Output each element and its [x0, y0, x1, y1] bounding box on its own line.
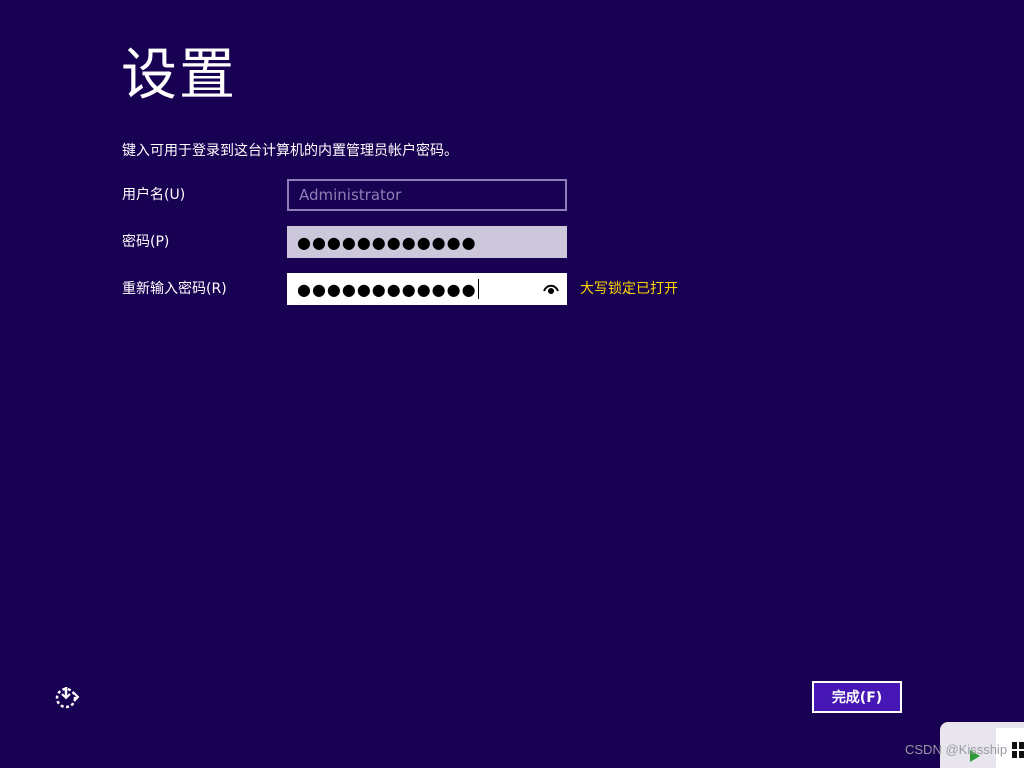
- ease-of-access-icon[interactable]: [52, 684, 80, 712]
- watermark-text: CSDN @Kissship: [905, 742, 1008, 757]
- instruction-text: 键入可用于登录到这台计算机的内置管理员帐户密码。: [122, 143, 458, 159]
- confirm-password-value: ●●●●●●●●●●●●: [297, 279, 477, 299]
- username-label: 用户名(U): [122, 187, 186, 203]
- username-value: Administrator: [299, 186, 402, 204]
- page-title: 设置: [121, 43, 237, 108]
- capslock-warning: 大写锁定已打开: [580, 281, 678, 297]
- username-field[interactable]: Administrator: [287, 179, 567, 211]
- confirm-password-field[interactable]: ●●●●●●●●●●●●: [287, 273, 567, 305]
- confirm-password-label: 重新输入密码(R): [122, 281, 227, 297]
- text-caret: [477, 279, 479, 299]
- password-value: ●●●●●●●●●●●●: [297, 232, 477, 252]
- reveal-password-icon[interactable]: [543, 281, 559, 297]
- password-field[interactable]: ●●●●●●●●●●●●: [287, 226, 567, 258]
- finish-button[interactable]: 完成(F): [812, 681, 902, 713]
- setup-screen: 设置 键入可用于登录到这台计算机的内置管理员帐户密码。 用户名(U) Admin…: [0, 0, 1024, 768]
- password-label: 密码(P): [122, 234, 170, 250]
- windows-logo-icon: [1012, 742, 1024, 758]
